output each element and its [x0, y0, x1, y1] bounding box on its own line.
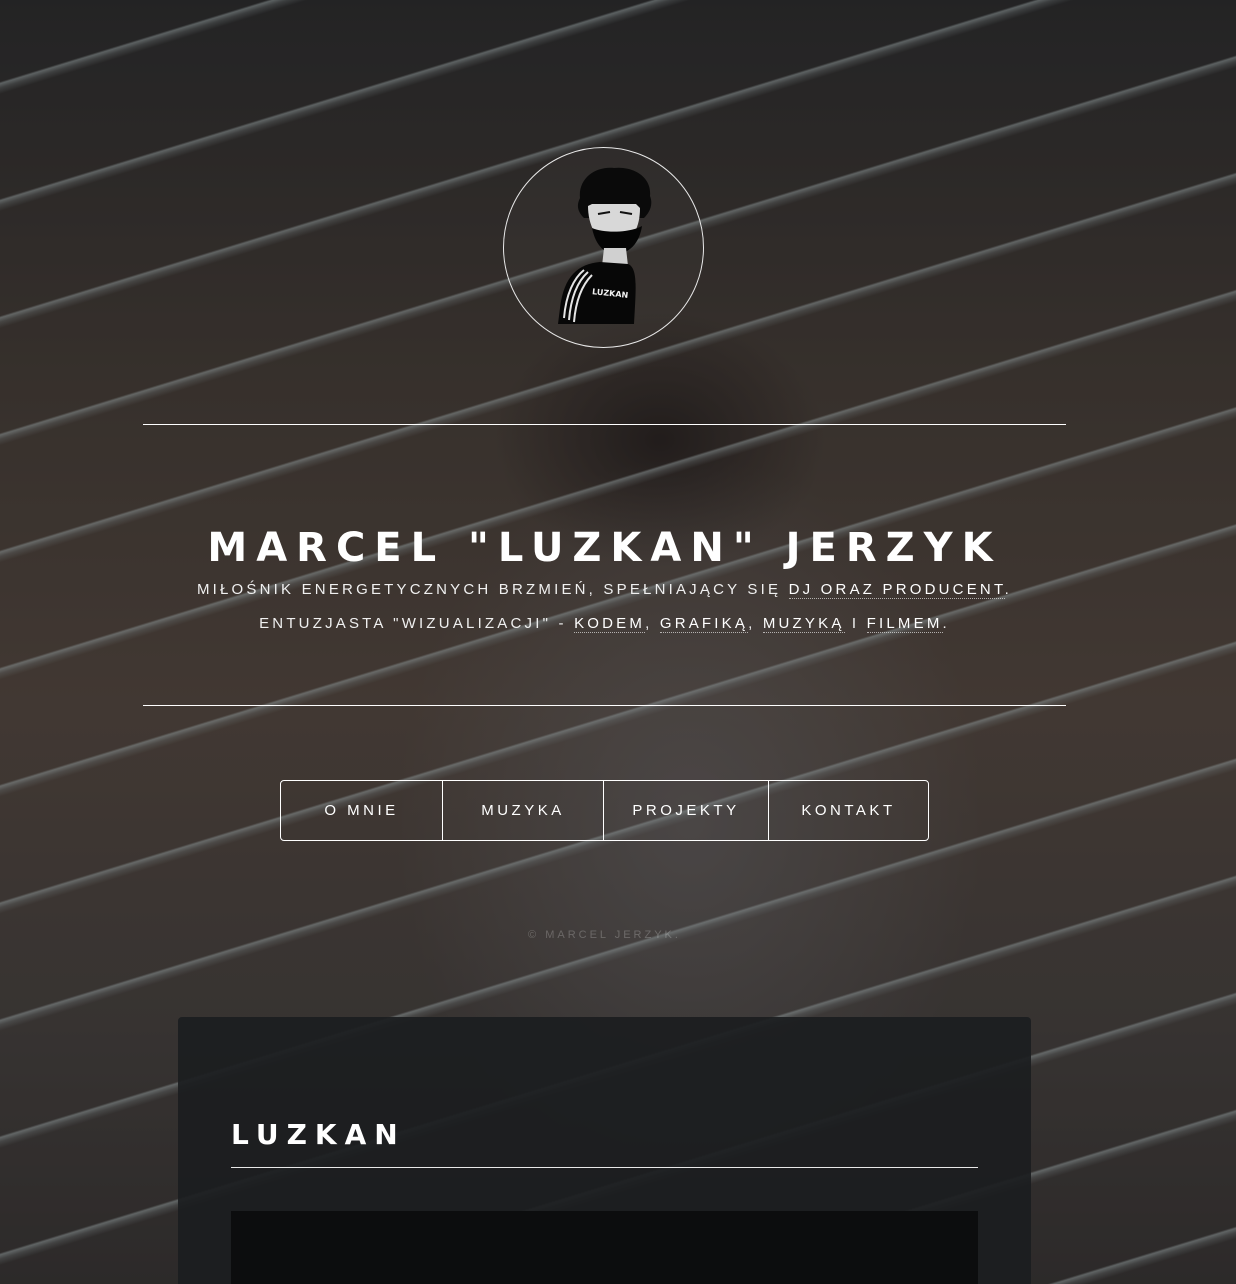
article-title: LUZKAN [231, 1118, 406, 1151]
copyright-text: © MARCEL JERZYK. [528, 929, 681, 941]
graphics-link[interactable]: GRAFIKĄ [659, 615, 749, 633]
header-divider-bottom [143, 705, 1066, 706]
article-title-divider [231, 1167, 978, 1168]
dj-producer-link[interactable]: DJ ORAZ PRODUCENT [788, 581, 1005, 599]
code-link[interactable]: KODEM [574, 615, 646, 633]
intro-line-2-suffix: . [942, 615, 950, 632]
intro-line-1: MIŁOŚNIK ENERGETYCZNYCH BRZMIEŃ, SPEŁNIA… [143, 580, 1066, 600]
main-nav: O MNIE MUZYKA PROJEKTY KONTAKT [280, 780, 929, 841]
intro-line-2: ENTUZJASTA "WIZUALIZACJI" - KODEM, GRAFI… [143, 614, 1066, 634]
article-media [231, 1211, 978, 1284]
page-title: MARCEL "LUZKAN" JERZYK [207, 524, 1002, 571]
nav-item-projects[interactable]: PROJEKTY [603, 781, 768, 840]
separator: I [844, 615, 867, 632]
article-panel: LUZKAN [178, 1017, 1031, 1284]
page: LUZKAN MARCEL "LUZKAN" JERZYK MIŁOŚNIK E… [0, 0, 1236, 1284]
separator: , [645, 615, 660, 632]
intro-line-2-text: ENTUZJASTA "WIZUALIZACJI" - [259, 615, 575, 632]
header-divider-top [143, 424, 1066, 425]
film-link[interactable]: FILMEM [866, 615, 943, 633]
separator: , [748, 615, 763, 632]
music-link[interactable]: MUZYKĄ [762, 615, 845, 633]
intro-line-1-suffix: . [1004, 581, 1013, 598]
avatar-illustration-icon: LUZKAN [558, 167, 652, 324]
nav-item-music[interactable]: MUZYKA [442, 781, 603, 840]
nav-item-about[interactable]: O MNIE [281, 781, 442, 840]
nav-item-contact[interactable]: KONTAKT [768, 781, 928, 840]
intro-line-1-text: MIŁOŚNIK ENERGETYCZNYCH BRZMIEŃ, SPEŁNIA… [196, 581, 789, 598]
avatar-logo[interactable]: LUZKAN [503, 147, 704, 348]
